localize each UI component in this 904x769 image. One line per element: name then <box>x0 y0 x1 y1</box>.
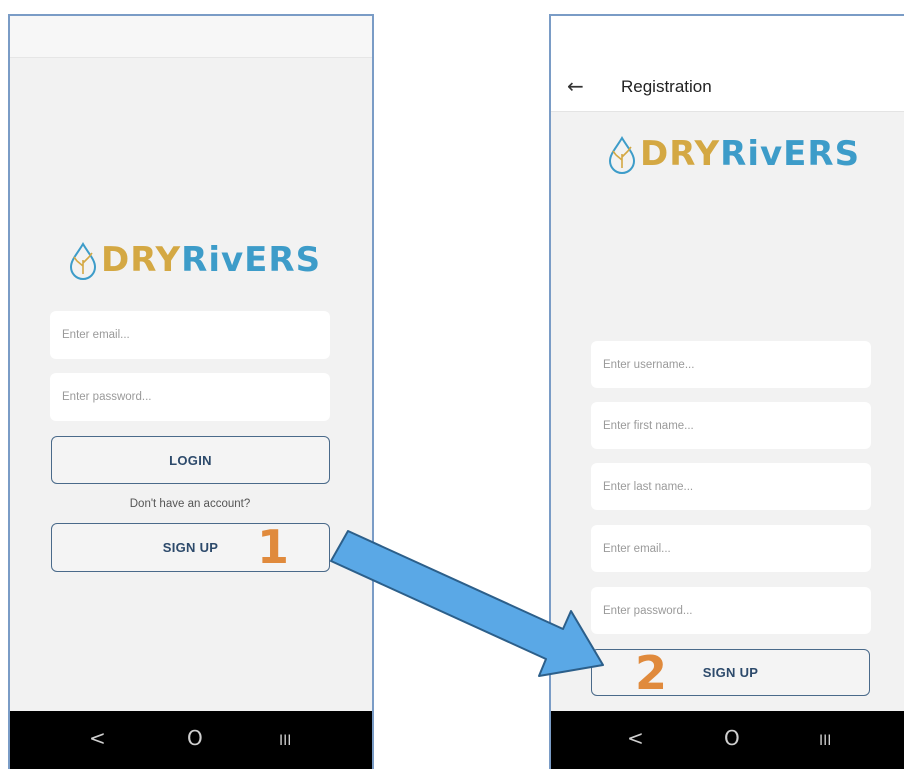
nav-back-icon[interactable]: < <box>89 728 106 748</box>
step-number-2: 2 <box>635 646 668 700</box>
registration-screen: ← Registration DRY RivERS Enter username.… <box>549 14 904 769</box>
nav-back-icon[interactable]: < <box>627 728 644 748</box>
drop-tree-logo-icon <box>69 242 97 280</box>
no-account-text: Don't have an account? <box>129 498 251 510</box>
back-arrow-icon[interactable]: ← <box>567 76 584 96</box>
password-field[interactable]: Enter password... <box>50 373 330 421</box>
signup-button-label: SIGN UP <box>162 540 219 555</box>
login-screen: DRY RivERS Enter email... Enter password.… <box>8 14 374 769</box>
logo-text-rivers: RivERS <box>720 134 861 174</box>
logo-text-dry: DRY <box>640 134 721 174</box>
dryrivers-logo: DRY RivERS <box>604 134 860 174</box>
nav-recents-icon[interactable]: III <box>819 731 831 751</box>
signup-button-label: SIGN UP <box>702 665 759 680</box>
first-name-field[interactable]: Enter first name... <box>591 402 871 449</box>
app-bar: ← Registration <box>551 16 904 112</box>
android-nav-bar: < O III <box>551 711 904 769</box>
status-bar <box>10 16 372 58</box>
dryrivers-logo: DRY RivERS <box>65 240 321 280</box>
email-field[interactable]: Enter email... <box>591 525 871 572</box>
nav-home-icon[interactable]: O <box>724 728 740 748</box>
password-field[interactable]: Enter password... <box>591 587 871 634</box>
login-button-label: LOGIN <box>169 452 212 468</box>
login-button[interactable]: LOGIN <box>51 436 330 484</box>
drop-tree-logo-icon <box>608 136 636 174</box>
email-field[interactable]: Enter email... <box>50 311 330 359</box>
logo-text-dry: DRY <box>101 240 182 280</box>
step-number-1: 1 <box>257 520 290 574</box>
nav-home-icon[interactable]: O <box>187 728 203 748</box>
username-field[interactable]: Enter username... <box>591 341 871 388</box>
page-title: Registration <box>621 77 712 96</box>
last-name-field[interactable]: Enter last name... <box>591 463 871 510</box>
nav-recents-icon[interactable]: III <box>279 731 291 751</box>
android-nav-bar: < O III <box>10 711 372 769</box>
signup-button[interactable]: SIGN UP <box>591 649 870 696</box>
logo-text-rivers: RivERS <box>181 240 322 280</box>
